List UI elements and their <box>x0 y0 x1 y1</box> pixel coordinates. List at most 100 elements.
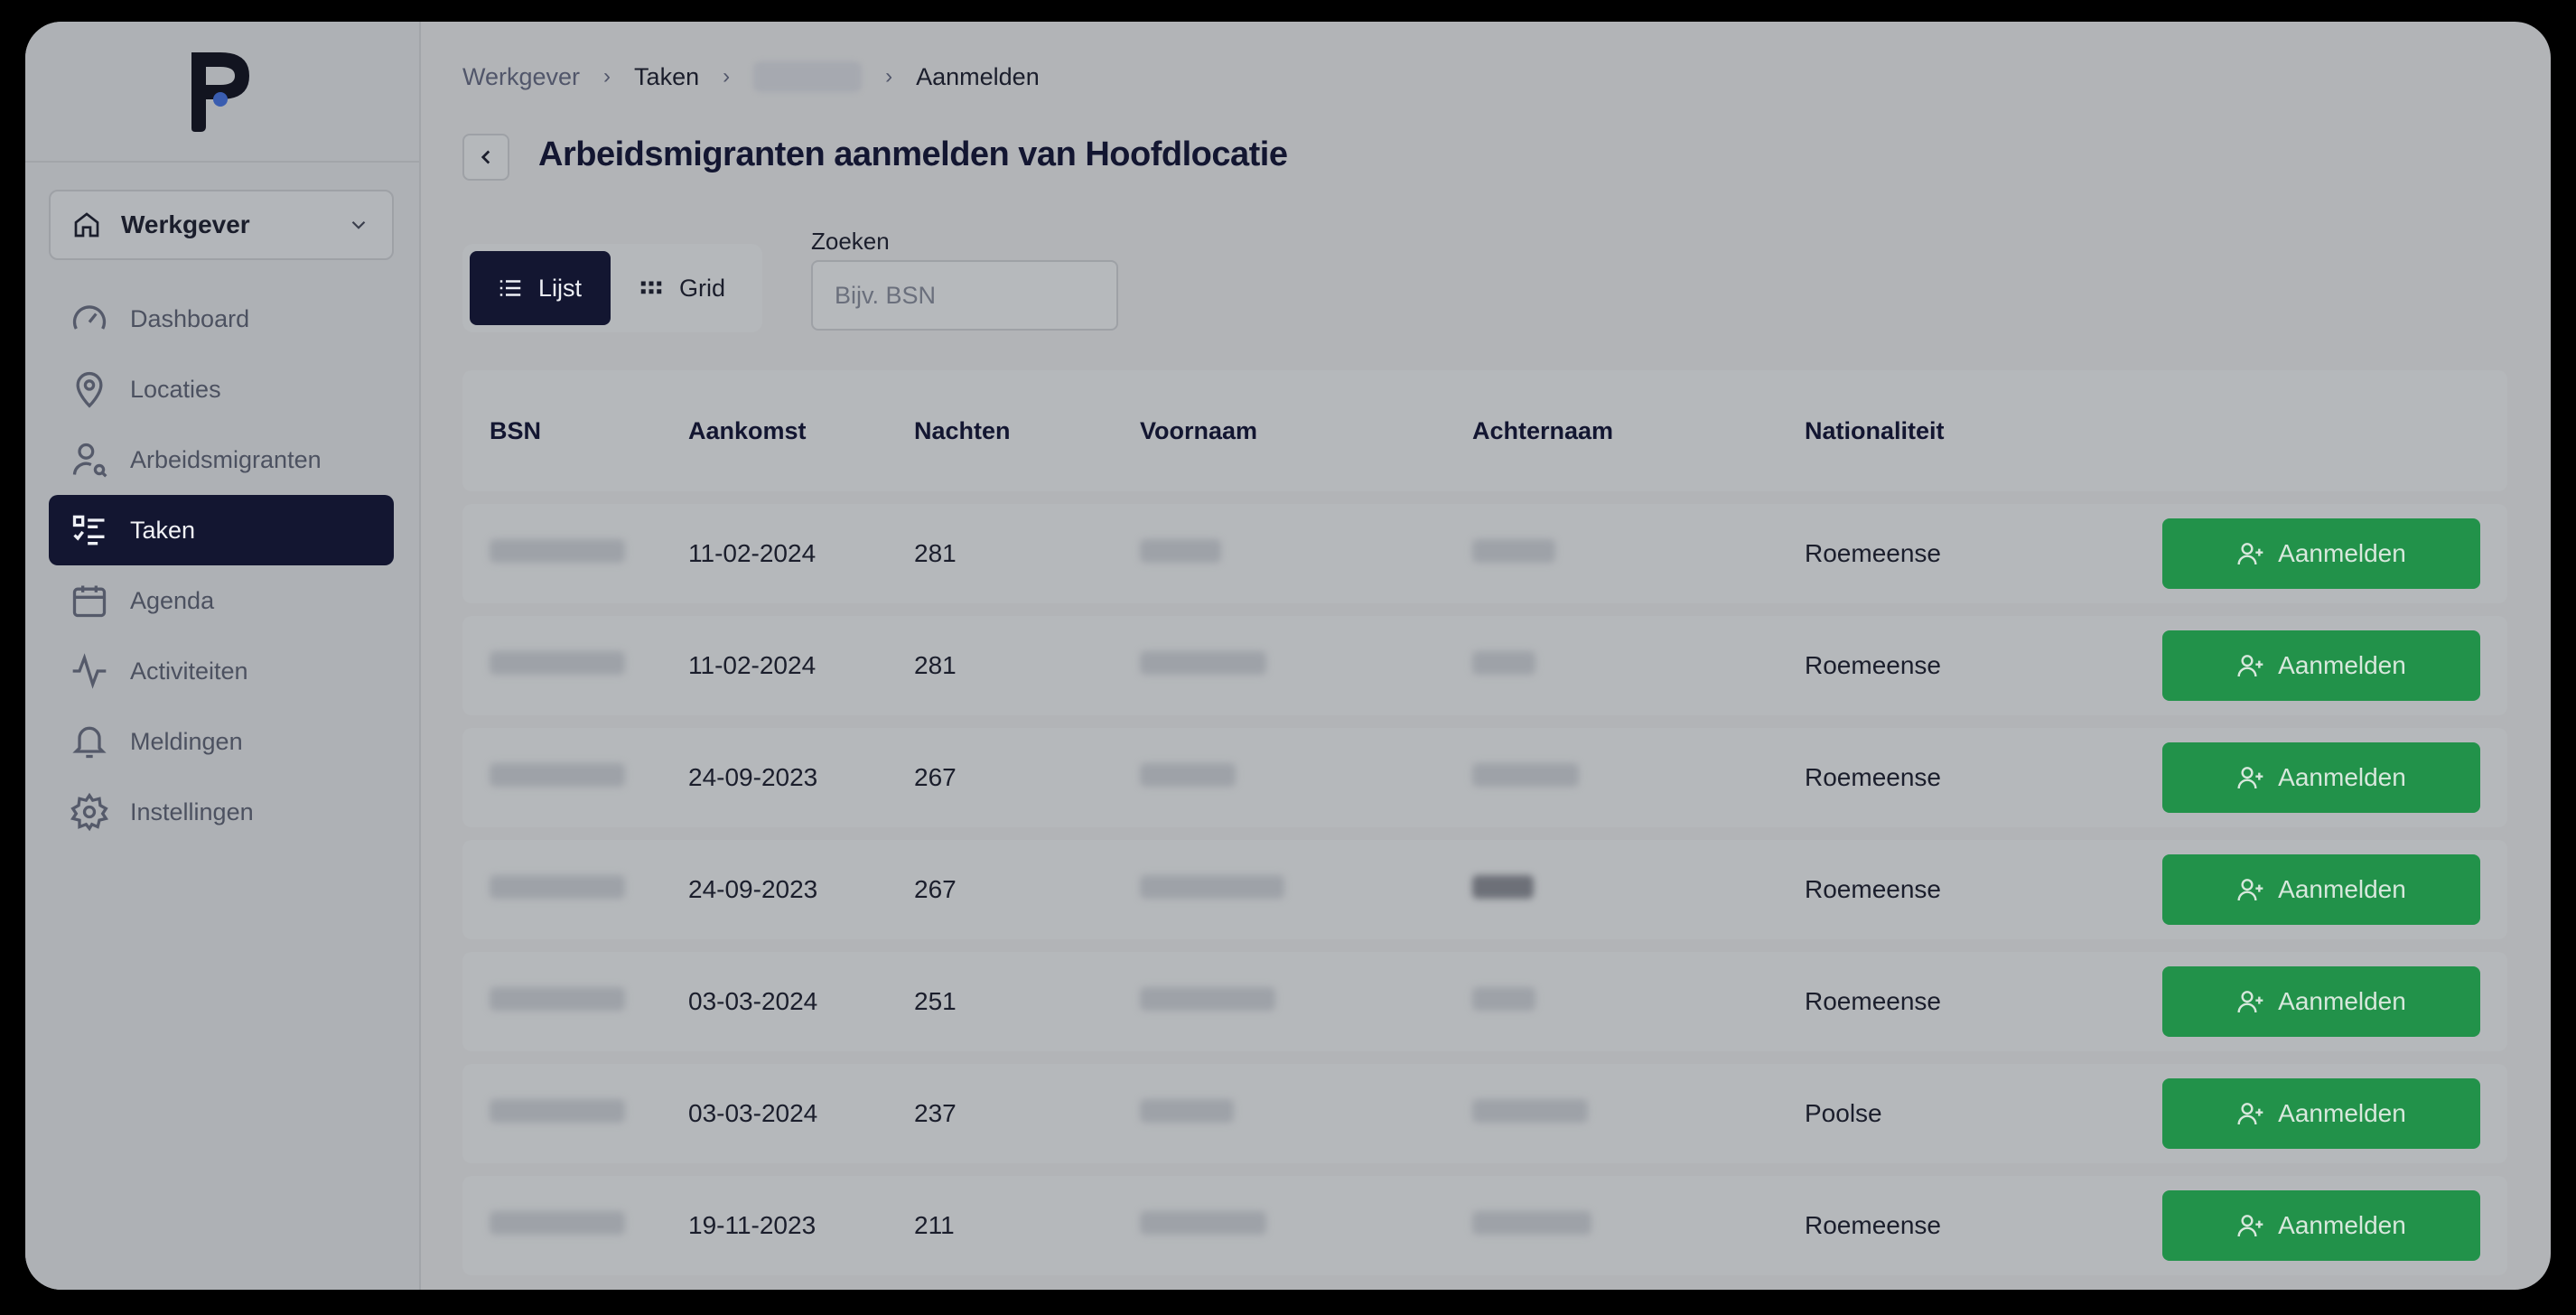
cell-nationaliteit: Roemeense <box>1805 987 1941 1015</box>
voornaam-redacted <box>1140 762 1236 787</box>
aanmelden-button[interactable]: Aanmelden <box>2162 518 2480 589</box>
user-plus-icon <box>2237 991 2263 1013</box>
table-row: 24-09-2023 267 Roemeense Aanmelden <box>462 728 2507 827</box>
cell-aankomst: 03-03-2024 <box>688 987 818 1015</box>
aanmelden-label: Aanmelden <box>2278 875 2406 903</box>
sidebar-item-label: Arbeidsmigranten <box>130 445 322 473</box>
achternaam-redacted <box>1472 650 1535 675</box>
grid-icon <box>640 281 662 294</box>
chevron-right-icon: › <box>603 64 611 89</box>
voornaam-redacted <box>1140 986 1275 1011</box>
search-input[interactable] <box>811 260 1118 331</box>
sidebar-nav: Dashboard Locaties Arbeidsmigranten Take… <box>49 284 394 847</box>
aanmelden-label: Aanmelden <box>2278 763 2406 791</box>
cell-nachten: 211 <box>914 1211 955 1239</box>
cell-nationaliteit: Roemeense <box>1805 539 1941 567</box>
aanmelden-button[interactable]: Aanmelden <box>2162 630 2480 701</box>
sidebar-item-instellingen[interactable]: Instellingen <box>49 777 394 847</box>
breadcrumb-werkgever[interactable]: Werkgever <box>462 63 580 91</box>
sidebar-item-label: Taken <box>130 516 196 544</box>
view-toggle: Lijst Grid <box>462 244 762 332</box>
aanmelden-button[interactable]: Aanmelden <box>2162 742 2480 813</box>
cell-nachten: 281 <box>914 539 957 567</box>
achternaam-redacted <box>1472 762 1579 787</box>
sidebar-item-locaties[interactable]: Locaties <box>49 354 394 424</box>
cell-aankomst: 03-03-2024 <box>688 1099 818 1127</box>
column-header-nachten[interactable]: Nachten <box>914 417 1140 445</box>
aanmelden-label: Aanmelden <box>2278 1099 2406 1127</box>
bell-icon <box>72 726 107 759</box>
breadcrumb-taken[interactable]: Taken <box>634 63 699 91</box>
achternaam-redacted <box>1472 986 1535 1011</box>
voornaam-redacted <box>1140 650 1266 675</box>
aanmelden-button[interactable]: Aanmelden <box>2162 1190 2480 1261</box>
chevron-left-icon <box>481 150 490 164</box>
voornaam-redacted <box>1140 538 1221 563</box>
sidebar-item-label: Locaties <box>130 375 221 403</box>
aanmelden-label: Aanmelden <box>2278 651 2406 679</box>
bsn-redacted <box>490 986 625 1011</box>
aanmelden-button[interactable]: Aanmelden <box>2162 1078 2480 1149</box>
task-list-icon <box>72 515 105 546</box>
column-header-achternaam[interactable]: Achternaam <box>1472 417 1805 445</box>
sidebar-item-dashboard[interactable]: Dashboard <box>49 284 394 354</box>
sidebar-item-agenda[interactable]: Agenda <box>49 565 394 636</box>
table-row: 11-02-2024 281 Roemeense Aanmelden <box>462 504 2507 603</box>
table-header: BSN Aankomst Nachten Voornaam Achternaam… <box>462 370 2507 491</box>
cell-nachten: 267 <box>914 875 957 903</box>
app-window: Werkgever Dashboard Locaties Arbeidsmigr… <box>25 22 2551 1290</box>
workspace-select[interactable]: Werkgever <box>49 190 394 260</box>
calendar-icon <box>72 585 107 618</box>
user-plus-icon <box>2237 767 2263 789</box>
cell-nachten: 281 <box>914 651 957 679</box>
bsn-redacted <box>490 538 625 563</box>
bsn-redacted <box>490 1098 625 1123</box>
voornaam-redacted <box>1140 1210 1266 1235</box>
view-grid-button[interactable]: Grid <box>611 251 752 325</box>
migrants-table: BSN Aankomst Nachten Voornaam Achternaam… <box>462 370 2507 1288</box>
sidebar-item-meldingen[interactable]: Meldingen <box>49 706 394 777</box>
chevron-down-icon <box>351 220 366 229</box>
cell-nationaliteit: Roemeense <box>1805 763 1941 791</box>
bsn-redacted <box>490 1210 625 1235</box>
sidebar-item-label: Dashboard <box>130 304 250 332</box>
home-icon <box>74 212 99 238</box>
chevron-right-icon: › <box>723 64 731 89</box>
search-label: Zoeken <box>811 228 890 255</box>
sidebar-item-arbeidsmigranten[interactable]: Arbeidsmigranten <box>49 424 394 495</box>
cell-nationaliteit: Roemeense <box>1805 651 1941 679</box>
achternaam-redacted <box>1472 1210 1591 1235</box>
sidebar-item-label: Instellingen <box>130 797 254 825</box>
main-content: Werkgever › Taken › › Aanmelden Arbeidsm… <box>423 22 2551 1290</box>
table-row: 19-11-2023 211 Roemeense Aanmelden <box>462 1176 2507 1275</box>
view-list-label: Lijst <box>538 274 583 302</box>
cell-aankomst: 11-02-2024 <box>688 651 817 679</box>
cell-aankomst: 24-09-2023 <box>688 875 818 903</box>
cell-aankomst: 19-11-2023 <box>688 1211 817 1239</box>
breadcrumb-redacted[interactable] <box>753 61 863 92</box>
column-header-bsn[interactable]: BSN <box>462 417 688 445</box>
user-plus-icon <box>2237 1103 2263 1125</box>
achternaam-redacted <box>1472 874 1534 899</box>
page-title: Arbeidsmigranten aanmelden van Hoofdloca… <box>538 135 1288 173</box>
list-icon <box>499 280 521 296</box>
sidebar-item-activiteiten[interactable]: Activiteiten <box>49 636 394 706</box>
sidebar-item-label: Agenda <box>130 586 215 614</box>
sidebar-item-taken[interactable]: Taken <box>49 495 394 565</box>
breadcrumb-current: Aanmelden <box>916 62 1040 90</box>
view-list-button[interactable]: Lijst <box>470 251 611 325</box>
sidebar-item-label: Activiteiten <box>130 657 248 685</box>
user-plus-icon <box>2237 1215 2263 1237</box>
sidebar-item-label: Meldingen <box>130 727 243 755</box>
aanmelden-button[interactable]: Aanmelden <box>2162 854 2480 925</box>
column-header-nationaliteit[interactable]: Nationaliteit <box>1805 417 2121 445</box>
table-row: 03-03-2024 251 Roemeense Aanmelden <box>462 952 2507 1051</box>
column-header-voornaam[interactable]: Voornaam <box>1140 417 1472 445</box>
aanmelden-label: Aanmelden <box>2278 1211 2406 1239</box>
column-header-aankomst[interactable]: Aankomst <box>688 417 914 445</box>
cell-nationaliteit: Roemeense <box>1805 875 1941 903</box>
activity-icon <box>72 653 107 689</box>
back-button[interactable] <box>462 134 509 181</box>
aanmelden-button[interactable]: Aanmelden <box>2162 966 2480 1037</box>
cell-nachten: 251 <box>914 987 957 1015</box>
